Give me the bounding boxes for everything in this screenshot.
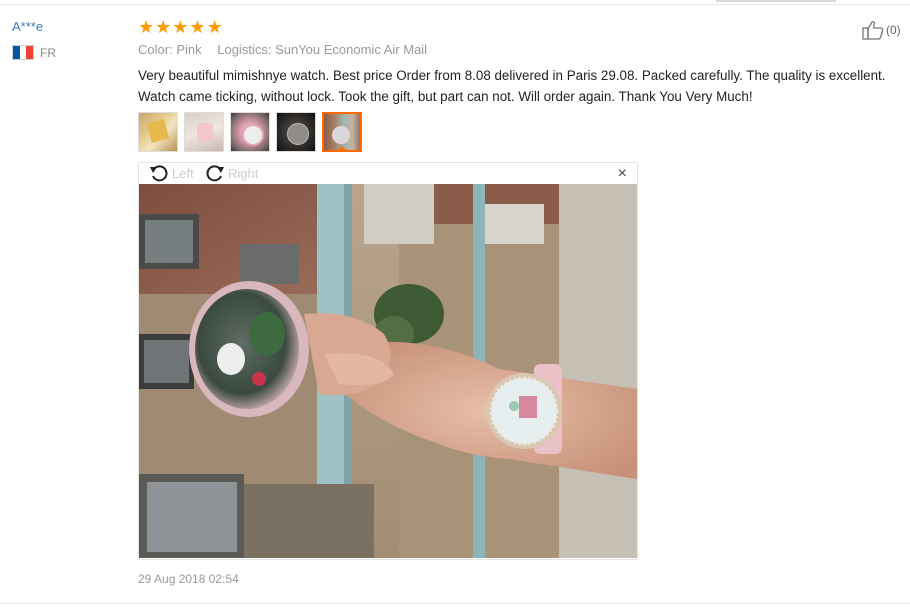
photo-thumbnail-2[interactable]	[184, 112, 224, 152]
review-text-line: Very beautiful mimishnye watch. Best pri…	[138, 68, 886, 83]
rotate-left-button[interactable]: Left	[149, 164, 194, 182]
color-value: Pink	[176, 42, 202, 57]
thumbs-up-icon	[862, 21, 884, 40]
star-icon: ★	[206, 17, 223, 37]
rotate-right-icon	[206, 165, 224, 182]
order-info: Color: Pink Logistics: SunYou Economic A…	[138, 42, 427, 57]
star-icon: ★	[138, 17, 155, 37]
star-rating: ★ ★ ★ ★ ★	[138, 17, 223, 37]
color-label: Color:	[138, 42, 173, 57]
review-date: 29 Aug 2018 02:54	[138, 572, 239, 586]
helpful-count: (0)	[886, 23, 901, 37]
rotate-right-button[interactable]: Right	[205, 164, 258, 182]
photo-thumbnails	[138, 112, 362, 152]
logistics-label: Logistics:	[217, 42, 272, 57]
top-divider	[0, 4, 910, 5]
image-viewer: Left Right ×	[138, 162, 638, 560]
close-icon[interactable]: ×	[618, 165, 627, 183]
helpful-button[interactable]: (0)	[862, 20, 901, 40]
photo-thumbnail-5[interactable]	[322, 112, 362, 152]
reviewer-name: A***e	[12, 19, 44, 34]
photo-thumbnail-1[interactable]	[138, 112, 178, 152]
rotate-right-label: Right	[228, 165, 259, 181]
photo-thumbnail-4[interactable]	[276, 112, 316, 152]
top-scroll-indicator	[716, 0, 836, 2]
france-flag-icon	[12, 45, 34, 60]
photo-thumbnail-3[interactable]	[230, 112, 270, 152]
review-photo[interactable]	[139, 184, 637, 558]
country-code: FR	[40, 45, 56, 60]
review-text-line: Watch came ticking, without lock. Took t…	[138, 89, 753, 104]
star-icon: ★	[189, 17, 206, 37]
reviewer-country: FR	[12, 45, 56, 60]
review-text: Very beautiful mimishnye watch. Best pri…	[138, 65, 898, 107]
bottom-divider	[0, 603, 910, 604]
review-photo-image	[139, 184, 637, 558]
viewer-toolbar: Left Right ×	[139, 163, 637, 184]
logistics-value: SunYou Economic Air Mail	[275, 42, 428, 57]
rotate-left-label: Left	[172, 165, 194, 181]
rotate-left-icon	[150, 165, 168, 182]
star-icon: ★	[155, 17, 172, 37]
star-icon: ★	[172, 17, 189, 37]
